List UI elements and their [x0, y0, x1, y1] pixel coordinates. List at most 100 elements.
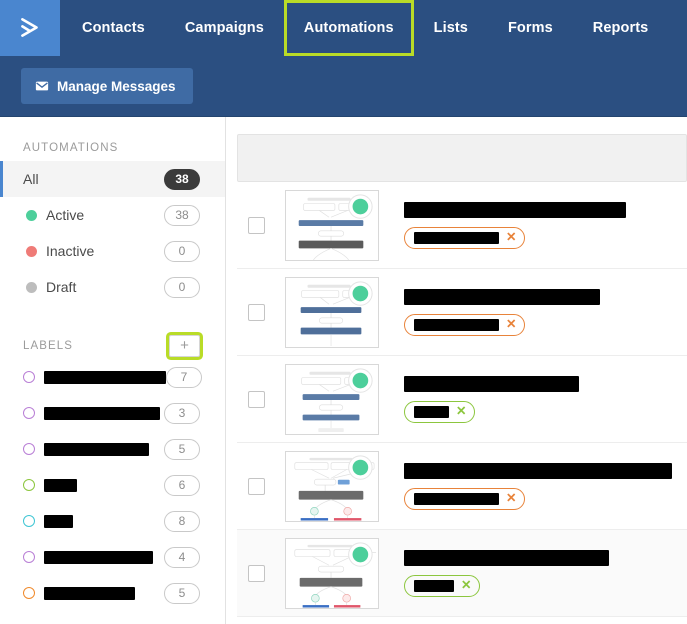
redacted-text — [414, 405, 449, 418]
manage-messages-button[interactable]: Manage Messages — [21, 68, 193, 104]
envelope-icon — [35, 81, 49, 91]
nav-item-label: Lists — [433, 20, 468, 36]
sidebar-filter-label: Draft — [46, 279, 77, 295]
sidebar-label-item[interactable]: 7 — [0, 359, 225, 395]
automation-title — [404, 549, 609, 566]
sidebar-label-count: 3 — [164, 402, 200, 424]
sidebar-label-item[interactable]: 4 — [0, 539, 225, 575]
automation-thumbnail[interactable] — [285, 450, 379, 522]
automation-thumbnail[interactable] — [285, 276, 379, 348]
sidebar-label-item[interactable]: 3 — [0, 395, 225, 431]
automation-row[interactable]: ✕ — [237, 530, 687, 617]
sidebar-filter-all[interactable]: All 38 — [0, 161, 225, 197]
row-checkbox[interactable] — [248, 303, 265, 321]
app-logo[interactable] — [0, 0, 60, 56]
close-icon[interactable]: ✕ — [506, 318, 516, 331]
labels-section-heading: LABELS + — [0, 333, 225, 359]
automation-row[interactable]: ✕ — [237, 356, 687, 443]
redacted-text — [44, 478, 77, 492]
nav-item-label: Contacts — [82, 20, 145, 36]
activecampaign-chevron-icon — [21, 18, 38, 37]
sidebar-filter-count: 0 — [164, 276, 200, 298]
label-color-ring-icon — [23, 587, 35, 599]
sidebar-label-name — [44, 550, 164, 564]
sidebar-label-count: 8 — [164, 510, 200, 532]
automation-row[interactable]: ✕ — [237, 269, 687, 356]
nav-item-reports[interactable]: Reports — [573, 0, 669, 56]
automation-label-tag[interactable]: ✕ — [404, 400, 476, 423]
label-list: 7 3 5 6 8 4 5 — [0, 359, 225, 611]
sidebar-filter-active[interactable]: Active 38 — [0, 197, 225, 233]
automation-title — [404, 288, 600, 305]
redacted-text — [44, 550, 153, 564]
label-color-ring-icon — [23, 551, 35, 563]
sidebar-label-count: 4 — [164, 546, 200, 568]
automation-title — [404, 462, 672, 479]
label-color-ring-icon — [23, 407, 35, 419]
redacted-text — [414, 318, 499, 331]
row-checkbox[interactable] — [248, 390, 265, 408]
automation-thumbnail[interactable] — [285, 189, 379, 261]
automation-row[interactable]: ✕ — [237, 443, 687, 530]
nav-item-forms[interactable]: Forms — [488, 0, 573, 56]
automation-label-tag[interactable]: ✕ — [404, 226, 526, 249]
redacted-text — [414, 579, 454, 592]
list-toolbar[interactable] — [237, 134, 687, 182]
nav-item-campaigns[interactable]: Campaigns — [165, 0, 284, 56]
manage-messages-label: Manage Messages — [57, 78, 176, 94]
automation-title — [404, 375, 579, 392]
close-icon[interactable]: ✕ — [506, 492, 516, 505]
status-dot-inactive-icon — [26, 245, 37, 257]
sidebar-filter-inactive[interactable]: Inactive 0 — [0, 233, 225, 269]
add-label-button[interactable]: + — [169, 335, 200, 357]
automations-heading-label: AUTOMATIONS — [23, 142, 119, 154]
automation-details: ✕ — [404, 549, 687, 597]
automation-thumbnail[interactable] — [285, 537, 379, 609]
main-content: ✕ ✕ ✕ ✕ ✕ — [226, 117, 687, 624]
automation-thumbnail[interactable] — [285, 363, 379, 435]
automation-row[interactable]: ✕ — [237, 182, 687, 269]
status-dot-active-icon — [26, 209, 37, 221]
top-navigation-bar: Contacts Campaigns Automations Lists For… — [0, 0, 687, 56]
redacted-text — [44, 370, 166, 384]
automation-details: ✕ — [404, 375, 687, 423]
sidebar-label-count: 6 — [164, 474, 200, 496]
automation-label-tag[interactable]: ✕ — [404, 574, 481, 597]
close-icon[interactable]: ✕ — [456, 405, 466, 418]
close-icon[interactable]: ✕ — [506, 231, 516, 244]
row-checkbox[interactable] — [248, 477, 265, 495]
plus-icon: + — [180, 337, 189, 354]
sidebar-filter-count: 38 — [164, 204, 200, 226]
sidebar-label-count: 5 — [164, 438, 200, 460]
row-checkbox[interactable] — [248, 216, 265, 234]
labels-heading-label: LABELS — [23, 340, 74, 352]
redacted-text — [414, 231, 499, 244]
sidebar-label-name — [44, 514, 164, 528]
label-color-ring-icon — [23, 515, 35, 527]
sidebar-filter-count: 38 — [164, 168, 200, 190]
nav-item-label: Reports — [592, 20, 649, 36]
sidebar-label-item[interactable]: 5 — [0, 431, 225, 467]
sidebar-label-item[interactable]: 8 — [0, 503, 225, 539]
redacted-text — [44, 514, 73, 528]
status-dot-draft-icon — [26, 281, 37, 293]
row-checkbox[interactable] — [248, 564, 265, 582]
automation-label-tag[interactable]: ✕ — [404, 313, 526, 336]
redacted-text — [44, 586, 135, 600]
close-icon[interactable]: ✕ — [461, 579, 471, 592]
automation-details: ✕ — [404, 201, 687, 249]
automation-label-tag[interactable]: ✕ — [404, 487, 526, 510]
page-body: AUTOMATIONS All 38 Active 38 Inactive 0 … — [0, 117, 687, 624]
sidebar-label-name — [44, 406, 164, 420]
sidebar-label-item[interactable]: 6 — [0, 467, 225, 503]
automation-details: ✕ — [404, 462, 687, 510]
sidebar-label-item[interactable]: 5 — [0, 575, 225, 611]
sidebar-filter-count: 0 — [164, 240, 200, 262]
nav-item-label: Campaigns — [184, 20, 264, 36]
sidebar-label-count: 7 — [166, 366, 202, 388]
automations-section-heading: AUTOMATIONS — [0, 135, 225, 161]
nav-item-lists[interactable]: Lists — [414, 0, 488, 56]
nav-item-contacts[interactable]: Contacts — [60, 0, 165, 56]
sidebar-filter-draft[interactable]: Draft 0 — [0, 269, 225, 305]
nav-item-automations[interactable]: Automations — [283, 0, 414, 56]
